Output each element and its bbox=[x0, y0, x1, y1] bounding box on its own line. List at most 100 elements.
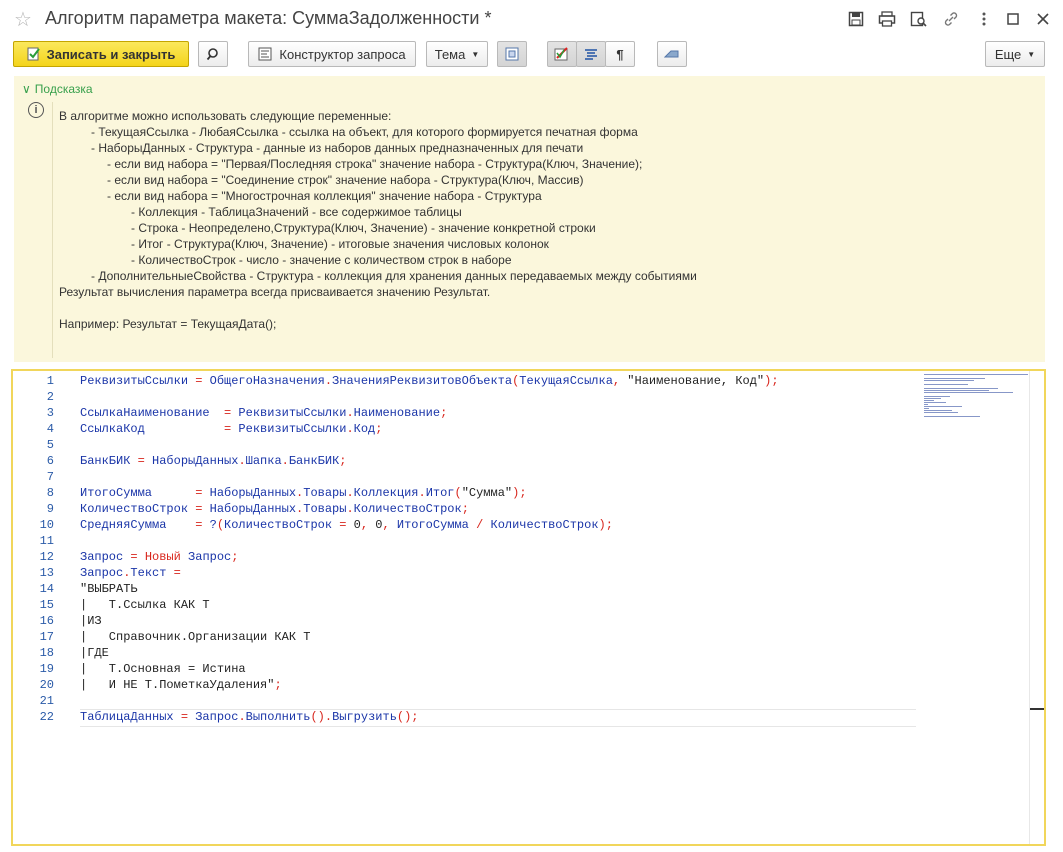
code-line[interactable]: ИтогоСумма = НаборыДанных.Товары.Коллекц… bbox=[80, 486, 527, 500]
minimap-line bbox=[924, 384, 969, 385]
code-line[interactable]: Запрос.Текст = bbox=[80, 566, 181, 580]
code-token: ; bbox=[339, 454, 347, 468]
save-icon[interactable] bbox=[845, 9, 867, 29]
title-bar: ☆ Алгоритм параметра макета: СуммаЗадолж… bbox=[0, 0, 1063, 38]
close-icon[interactable] bbox=[1032, 9, 1054, 29]
editor-minimap[interactable] bbox=[922, 372, 1030, 417]
code-token: ( bbox=[216, 518, 225, 532]
code-token: РеквизитыСсылки bbox=[80, 374, 196, 388]
hint-line: - Итог - Структура(Ключ, Значение) - ито… bbox=[131, 237, 549, 251]
code-line[interactable]: БанкБИК = НаборыДанных.Шапка.БанкБИК; bbox=[80, 454, 346, 468]
code-line[interactable]: | Т.Основная = Истина bbox=[80, 662, 246, 676]
line-number: 4 bbox=[46, 422, 54, 436]
code-token: РеквизитыСсылки bbox=[231, 422, 347, 436]
code-line[interactable]: СредняяСумма = ?(КоличествоСтрок = 0, 0,… bbox=[80, 518, 613, 532]
block-view-button[interactable] bbox=[497, 41, 527, 67]
more-icon[interactable] bbox=[973, 9, 995, 29]
code-token: КоличествоСтрок bbox=[80, 502, 196, 516]
code-token: Код bbox=[353, 422, 376, 436]
code-token: Запрос bbox=[80, 550, 131, 564]
syntax-check-button[interactable] bbox=[547, 41, 577, 67]
line-number: 6 bbox=[46, 454, 54, 468]
eraser-button[interactable] bbox=[657, 41, 687, 67]
code-token: Шапка bbox=[245, 454, 282, 468]
code-token: СсылкаНаименование bbox=[80, 406, 225, 420]
hint-line: - Строка - Неопределено,Структура(Ключ, … bbox=[131, 221, 596, 235]
line-number: 22 bbox=[39, 710, 54, 724]
line-number: 14 bbox=[39, 582, 54, 596]
code-token: . bbox=[238, 710, 246, 724]
code-token: = bbox=[130, 550, 138, 564]
code-token: ; bbox=[375, 422, 383, 436]
scroll-position-marker[interactable] bbox=[1030, 708, 1044, 710]
maximize-icon[interactable] bbox=[1002, 9, 1024, 29]
code-token: ; bbox=[461, 502, 469, 516]
code-token: = bbox=[180, 710, 189, 724]
code-token: КоличествоСтрок bbox=[224, 518, 340, 532]
line-number: 7 bbox=[46, 470, 54, 484]
code-line[interactable]: | Справочник.Организации КАК Т bbox=[80, 630, 310, 644]
code-line[interactable]: |ГДЕ bbox=[80, 646, 109, 660]
minimap-line bbox=[924, 406, 963, 407]
search-icon bbox=[206, 48, 218, 61]
code-token: Коллекция bbox=[353, 486, 419, 500]
code-line[interactable]: | И НЕ Т.ПометкаУдаления"; bbox=[80, 678, 282, 692]
format-button[interactable] bbox=[576, 41, 606, 67]
code-token: Запрос bbox=[188, 710, 239, 724]
hint-line: - если вид набора = "Первая/Последняя ст… bbox=[107, 157, 643, 171]
hint-line: - Коллекция - ТаблицаЗначений - все соде… bbox=[131, 205, 462, 219]
hint-toggle[interactable]: ∨ Подсказка bbox=[22, 82, 93, 96]
code-token: ( bbox=[454, 486, 462, 500]
print-icon[interactable] bbox=[876, 9, 898, 29]
block-view-icon bbox=[505, 47, 519, 61]
code-token: . bbox=[346, 406, 354, 420]
code-line[interactable]: СсылкаКод = РеквизитыСсылки.Код; bbox=[80, 422, 382, 436]
save-and-close-button[interactable]: Записать и закрыть bbox=[13, 41, 189, 67]
star-icon[interactable]: ☆ bbox=[14, 7, 32, 32]
hint-line: - если вид набора = "Соединение строк" з… bbox=[107, 173, 584, 187]
code-token: ИтогоСумма bbox=[80, 486, 196, 500]
code-line[interactable]: ТаблицаДанных = Запрос.Выполнить().Выгру… bbox=[80, 710, 419, 724]
query-builder-button[interactable]: Конструктор запроса bbox=[248, 41, 416, 67]
code-line[interactable]: КоличествоСтрок = НаборыДанных.Товары.Ко… bbox=[80, 502, 469, 516]
code-token: ; bbox=[440, 406, 448, 420]
code-token: . bbox=[346, 422, 354, 436]
code-token: . bbox=[324, 374, 333, 388]
code-token: = bbox=[173, 566, 181, 580]
code-token: КоличествоСтрок bbox=[353, 502, 462, 516]
link-icon[interactable] bbox=[940, 9, 962, 29]
code-token: Новый bbox=[137, 550, 181, 564]
query-builder-label: Конструктор запроса bbox=[279, 46, 406, 62]
align-icon bbox=[585, 49, 597, 60]
theme-dropdown[interactable]: Тема ▼ bbox=[426, 41, 488, 67]
code-token: . bbox=[418, 486, 426, 500]
code-line[interactable]: |ИЗ bbox=[80, 614, 102, 628]
code-line[interactable]: "ВЫБРАТЬ bbox=[80, 582, 138, 596]
save-doc-icon bbox=[27, 47, 40, 61]
toolbar: Записать и закрыть Конструктор запроса Т… bbox=[0, 38, 1063, 72]
code-line[interactable]: Запрос = Новый Запрос; bbox=[80, 550, 238, 564]
pilcrow-button[interactable]: ¶ bbox=[605, 41, 635, 67]
info-icon: i bbox=[28, 102, 44, 118]
code-token: ); bbox=[764, 374, 779, 388]
code-token: ; bbox=[231, 550, 239, 564]
search-button[interactable] bbox=[198, 41, 228, 67]
preview-icon[interactable] bbox=[908, 9, 930, 29]
line-number: 10 bbox=[39, 518, 54, 532]
chevron-down-icon: ▼ bbox=[471, 49, 480, 59]
code-token: "Наименование, Код" bbox=[620, 374, 765, 388]
more-button[interactable]: Еще ▼ bbox=[985, 41, 1045, 67]
hint-header: Подсказка bbox=[34, 82, 93, 96]
hint-line: - НаборыДанных - Структура - данные из н… bbox=[91, 141, 584, 155]
theme-label: Тема bbox=[434, 46, 466, 62]
minimap-line bbox=[924, 400, 934, 401]
code-token: Текст bbox=[130, 566, 174, 580]
code-token: Запрос bbox=[80, 566, 124, 580]
code-token: Выполнить bbox=[245, 710, 311, 724]
code-token: | Справочник.Организации КАК Т bbox=[80, 630, 311, 644]
code-token: Итог bbox=[425, 486, 455, 500]
code-line[interactable]: РеквизитыСсылки = ОбщегоНазначения.Значе… bbox=[80, 374, 779, 388]
line-number: 16 bbox=[39, 614, 54, 628]
code-line[interactable]: СсылкаНаименование = РеквизитыСсылки.Наи… bbox=[80, 406, 447, 420]
code-line[interactable]: | Т.Ссылка КАК Т bbox=[80, 598, 210, 612]
